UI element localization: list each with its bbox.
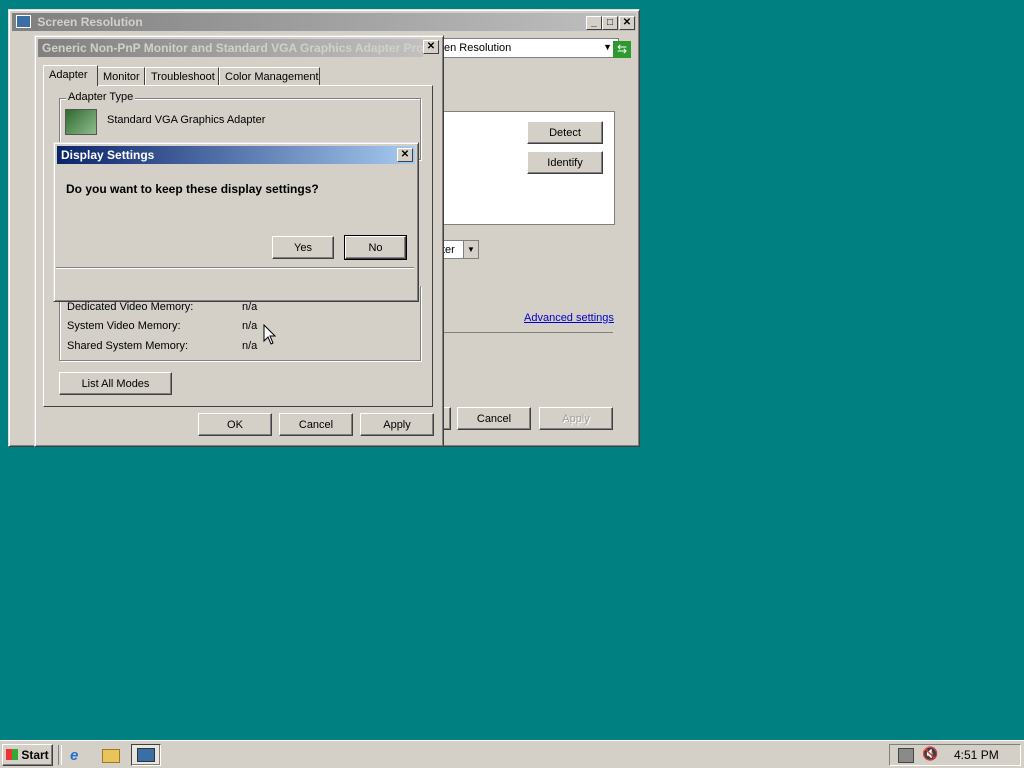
- chevron-down-icon[interactable]: ▼: [603, 42, 612, 52]
- screen-resolution-cancel-button[interactable]: Cancel: [457, 407, 531, 430]
- graphics-card-icon: [65, 109, 97, 135]
- cancel-button[interactable]: Cancel: [279, 413, 353, 436]
- dialog-question: Do you want to keep these display settin…: [66, 182, 319, 196]
- minimize-button[interactable]: _: [586, 16, 602, 30]
- taskbar: Start e 🔇 4:51 PM: [0, 740, 1024, 768]
- address-bar[interactable]: en Resolution ▼: [439, 38, 619, 58]
- dialog-divider: [56, 267, 414, 269]
- mouse-cursor-icon: [263, 324, 277, 345]
- adapter-properties-titlebar[interactable]: Generic Non-PnP Monitor and Standard VGA…: [38, 39, 423, 57]
- display-task-button[interactable]: [131, 744, 161, 766]
- windows-logo-icon: [6, 749, 19, 760]
- close-button[interactable]: ✕: [619, 16, 635, 30]
- tab-troubleshoot[interactable]: Troubleshoot: [145, 67, 219, 85]
- start-button[interactable]: Start: [2, 744, 53, 766]
- memory-label: Shared System Memory:: [67, 340, 189, 352]
- yes-button[interactable]: Yes: [272, 236, 334, 259]
- clock[interactable]: 4:51 PM: [954, 748, 999, 762]
- window-title: Screen Resolution: [37, 15, 143, 29]
- screen-resolution-titlebar[interactable]: Screen Resolution _ □ ✕: [12, 13, 636, 31]
- list-all-modes-button[interactable]: List All Modes: [59, 372, 172, 395]
- memory-value: n/a: [242, 301, 258, 313]
- memory-row: Shared System Memory: n/a: [67, 340, 367, 352]
- memory-label: Dedicated Video Memory:: [67, 301, 194, 313]
- memory-row: Dedicated Video Memory: n/a: [67, 301, 367, 313]
- identify-button[interactable]: Identify: [527, 151, 603, 174]
- maximize-button[interactable]: □: [602, 16, 618, 30]
- tab-color-management[interactable]: Color Management: [219, 67, 320, 85]
- window-title: Generic Non-PnP Monitor and Standard VGA…: [42, 41, 423, 55]
- display-settings-titlebar[interactable]: Display Settings ✕: [57, 146, 415, 164]
- adapter-name: Standard VGA Graphics Adapter: [107, 114, 266, 126]
- memory-value: n/a: [242, 340, 258, 352]
- apply-button[interactable]: Apply: [360, 413, 434, 436]
- network-icon[interactable]: [898, 748, 914, 763]
- memory-row: System Video Memory: n/a: [67, 320, 367, 332]
- monitor-icon: [137, 748, 155, 762]
- system-tray: 🔇 4:51 PM: [889, 744, 1021, 766]
- monitor-icon: [16, 15, 31, 28]
- folder-icon[interactable]: [102, 744, 120, 766]
- no-button[interactable]: No: [344, 235, 407, 260]
- address-text: en Resolution: [444, 42, 512, 54]
- memory-label: System Video Memory:: [67, 320, 181, 332]
- desktop: { "screen_resolution_window": { "title":…: [0, 0, 1024, 768]
- display-settings-dialog: Display Settings ✕ Do you want to keep t…: [53, 142, 419, 302]
- tab-adapter[interactable]: Adapter: [43, 65, 98, 86]
- chevron-down-icon[interactable]: ▼: [463, 241, 478, 258]
- dialog-title: Display Settings: [61, 148, 155, 162]
- start-label: Start: [21, 748, 49, 762]
- refresh-icon[interactable]: ⇆: [613, 41, 631, 58]
- screen-resolution-apply-button[interactable]: Apply: [539, 407, 613, 430]
- volume-muted-icon[interactable]: 🔇: [922, 746, 938, 762]
- ok-button[interactable]: OK: [198, 413, 272, 436]
- tab-strip: Adapter Monitor Troubleshoot Color Manag…: [43, 65, 433, 87]
- advanced-settings-link[interactable]: Advanced settings: [524, 312, 614, 324]
- detect-button[interactable]: Detect: [527, 121, 603, 144]
- tab-monitor[interactable]: Monitor: [97, 67, 145, 85]
- close-button[interactable]: ✕: [423, 40, 439, 54]
- close-button[interactable]: ✕: [397, 148, 413, 162]
- quicklaunch-separator: [58, 745, 62, 765]
- separator-line: [441, 332, 613, 333]
- memory-value: n/a: [242, 320, 258, 332]
- adapter-type-label: Adapter Type: [66, 91, 136, 103]
- internet-explorer-icon[interactable]: e: [70, 744, 88, 766]
